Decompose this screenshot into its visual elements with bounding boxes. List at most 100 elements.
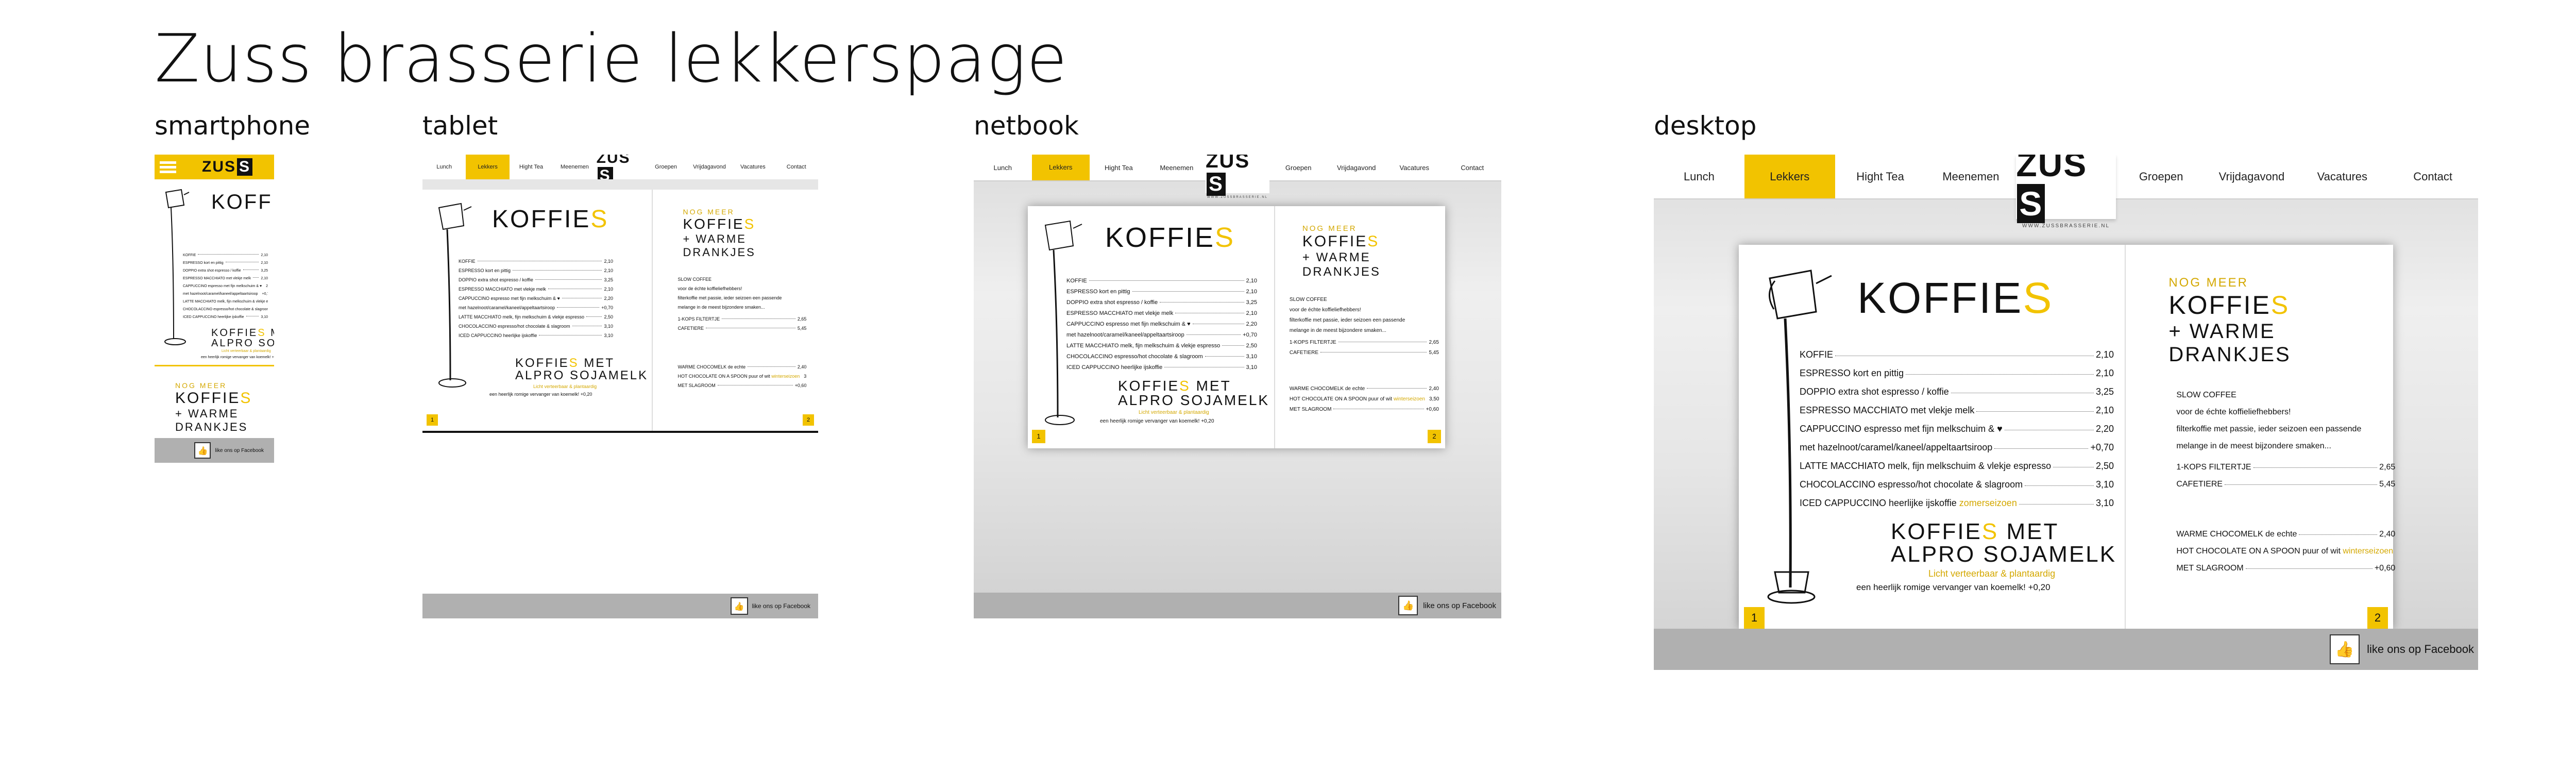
menu-row: CAFETIERE 5,45 (2176, 480, 2396, 489)
menu-row: CAPPUCCINO espresso met fijn melkschuim … (183, 284, 268, 288)
hamburger-menu-icon[interactable] (160, 159, 176, 175)
tablet-coffee-list: KOFFIE 2,10 ESPRESSO kort en pittig 2,10 D… (459, 257, 613, 340)
menu-row: ICED CAPPUCCINO heerlijke ijskoffie 3,10 (183, 315, 268, 319)
menu-row: DOPPIO extra shot espresso / koffie 3,25 (459, 277, 613, 282)
menu-row: ESPRESSO MACCHIATO met vlekje melk 2,10 (183, 277, 268, 280)
nav-contact[interactable]: Contact (775, 164, 818, 170)
menu-row: CHOCOLACCINO espresso/hot chocolate & sl… (183, 308, 268, 311)
page-title: Zuss brasserie lekkerspage (155, 21, 1068, 97)
nav-hight-tea[interactable]: Hight Tea (1835, 170, 1926, 183)
nav-meenemen[interactable]: Meenemen (1148, 164, 1206, 172)
menu-row: MET SLAGROOM +0,60 (677, 383, 807, 388)
menu-row: 1-KOPS FILTERTJE 2,65 (677, 316, 807, 322)
menu-row: HOT CHOCOLATE ON A SPOON puur of wit win… (1289, 396, 1439, 402)
desktop-logo[interactable]: ZUSS WWW.ZUSSBRASSERIE.NL (2016, 155, 2116, 229)
nav-vacatures[interactable]: Vacatures (1385, 164, 1444, 172)
menu-row: ESPRESSO kort en pittig 2,10 (1800, 368, 2114, 378)
menu-row: WARME CHOCOMELK de echte 2,40 (2176, 530, 2396, 539)
label-desktop: desktop (1654, 111, 1757, 141)
smartphone-facebook-bar[interactable]: 👍 like ons op Facebook (155, 438, 274, 463)
desktop-right-heading: NOG MEER KOFFIES + WARME DRANKJES (2168, 276, 2291, 366)
page-number-right: 2 (1428, 430, 1441, 443)
menu-row: CHOCOLACCINO espresso/hot chocolate & sl… (1800, 479, 2114, 490)
smartphone-koffies-heading: KOFFIES (211, 191, 274, 213)
nav-vrijdagavond[interactable]: Vrijdagavond (1327, 164, 1385, 172)
menu-row: KOFFIE 2,10 (1066, 278, 1257, 284)
menu-row: ESPRESSO kort en pittig 2,10 (183, 261, 268, 265)
menu-row: CAFETIERE 5,45 (677, 326, 807, 331)
menu-row: ESPRESSO kort en pittig 2,10 (459, 268, 613, 273)
smartphone-alpro-line: een heerlijk romige vervanger van koemel… (201, 356, 274, 359)
desktop-mockup: Lunch Lekkers Hight Tea Meenemen ZUSS WWW… (1654, 155, 2478, 670)
menu-row: ESPRESSO MACCHIATO met vlekje melk 2,10 (1800, 405, 2114, 415)
nav-lekkers[interactable]: Lekkers (466, 155, 510, 179)
nav-groepen[interactable]: Groepen (644, 164, 687, 170)
desktop-koffies-heading: KOFFIES (1857, 274, 2054, 322)
nav-hight-tea[interactable]: Hight Tea (510, 164, 553, 170)
menu-row: ICED CAPPUCCINO heerlijke ijskoffie 3,10 (459, 333, 613, 338)
menu-row: CAFETIERE 5,45 (1289, 350, 1439, 356)
nav-groepen[interactable]: Groepen (1269, 164, 1328, 172)
tablet-alpro-heading: KOFFIES MET ALPRO SOJAMELK (515, 356, 649, 382)
menu-row: 1-KOPS FILTERTJE 2,65 (1289, 340, 1439, 345)
page-number-right: 2 (2367, 607, 2388, 629)
smartphone-header: ZUS S (155, 155, 274, 179)
menu-row: 1-KOPS FILTERTJE 2,65 (2176, 463, 2396, 472)
menu-row: ESPRESSO MACCHIATO met vlekje melk 2,10 (1066, 310, 1257, 316)
menu-row: WARME CHOCOMELK de echte 2,40 (1289, 386, 1439, 392)
menu-row: CAPPUCCINO espresso met fijn melkschuim … (1066, 321, 1257, 327)
nav-vacatures[interactable]: Vacatures (731, 164, 774, 170)
nav-lunch[interactable]: Lunch (974, 164, 1032, 172)
smartphone-alpro-sub: Licht verteerbaar & plantaardig (222, 349, 271, 353)
menu-row: KOFFIE 2,10 (183, 254, 268, 257)
tablet-mockup: Lunch Lekkers Hight Tea Meenemen ZUSS Gr… (422, 155, 818, 618)
smartphone-logo[interactable]: ZUS S (202, 158, 253, 176)
facebook-like-icon: 👍 (194, 442, 211, 459)
nav-hight-tea[interactable]: Hight Tea (1090, 164, 1148, 172)
menu-row: met hazelnoot/caramel/kaneel/appeltaarts… (1066, 332, 1257, 338)
nav-vrijdagavond[interactable]: Vrijdagavond (688, 164, 731, 170)
tablet-slow-coffee: SLOW COFFEE voor de échte koffieliefhebbe… (677, 277, 782, 310)
menu-row: CAPPUCCINO espresso met fijn melkschuim … (1800, 424, 2114, 434)
label-tablet: tablet (422, 111, 498, 141)
nav-lunch[interactable]: Lunch (422, 164, 466, 170)
menu-row: MET SLAGROOM +0,60 (1289, 407, 1439, 412)
nav-meenemen[interactable]: Meenemen (1925, 170, 2016, 183)
nav-contact[interactable]: Contact (1444, 164, 1502, 172)
menu-row: ESPRESSO kort en pittig 2,10 (1066, 289, 1257, 295)
nav-meenemen[interactable]: Meenemen (553, 164, 596, 170)
menu-row: LATTE MACCHIATO melk, fijn melkschuim & … (1066, 343, 1257, 349)
menu-row: CHOCOLACCINO espresso/hot chocolate & sl… (459, 324, 613, 329)
menu-row: met hazelnoot/caramel/kaneel/appeltaarts… (1800, 442, 2114, 452)
nav-contact[interactable]: Contact (2387, 170, 2478, 183)
menu-row: met hazelnoot/caramel/kaneel/appeltaarts… (183, 292, 268, 296)
netbook-coffee-list: KOFFIE 2,10 ESPRESSO kort en pittig 2,10 D… (1066, 276, 1257, 373)
tablet-menu: KOFFIES KOFFIE 2,10 ESPRESSO kort en pitt… (422, 190, 818, 433)
tablet-right-heading: NOG MEER KOFFIES + WARME DRANKJES (683, 208, 756, 259)
netbook-facebook-bar[interactable]: 👍 like ons op Facebook (974, 593, 1501, 618)
tablet-koffies-heading: KOFFIES (492, 206, 609, 233)
label-netbook: netbook (974, 111, 1079, 141)
desktop-nav: Lunch Lekkers Hight Tea Meenemen ZUSS WWW… (1654, 155, 2478, 229)
tablet-facebook-bar[interactable]: 👍 like ons op Facebook (422, 594, 818, 618)
nav-lunch[interactable]: Lunch (1654, 170, 1744, 183)
menu-row: KOFFIE 2,10 (1800, 349, 2114, 360)
netbook-logo[interactable]: ZUSS WWW.ZUSSBRASSERIE.NL (1206, 155, 1269, 199)
nav-vacatures[interactable]: Vacatures (2297, 170, 2387, 183)
nav-vrijdagavond[interactable]: Vrijdagavond (2207, 170, 2297, 183)
menu-row: HOT CHOCOLATE ON A SPOON puur of wit win… (2176, 547, 2394, 556)
nav-groepen[interactable]: Groepen (2116, 170, 2207, 183)
netbook-koffies-heading: KOFFIES (1105, 222, 1235, 253)
smartphone-alpro-heading: KOFFIES METALPRO SOJAMELK (211, 327, 274, 349)
nav-lekkers[interactable]: Lekkers (1031, 155, 1090, 180)
tablet-nav: Lunch Lekkers Hight Tea Meenemen ZUSS Gr… (422, 155, 818, 184)
smartphone-menu-page: KOFFIES KOFFIE2,10 ESPRESSO kort en pitt… (155, 179, 274, 366)
netbook-nav: Lunch Lekkers Hight Tea Meenemen ZUSS WWW… (974, 155, 1502, 199)
facebook-like-icon: 👍 (1398, 596, 1418, 615)
menu-row: MET SLAGROOM +0,60 (2176, 564, 2396, 573)
netbook-right-heading: NOG MEER KOFFIES + WARME DRANKJES (1302, 224, 1381, 279)
menu-row: HOT CHOCOLATE ON A SPOON puur of wit win… (677, 374, 807, 379)
nav-lekkers[interactable]: Lekkers (1744, 155, 1835, 198)
page-number-left: 1 (427, 414, 438, 426)
desktop-facebook-bar[interactable]: 👍 like ons op Facebook (1654, 629, 2478, 670)
